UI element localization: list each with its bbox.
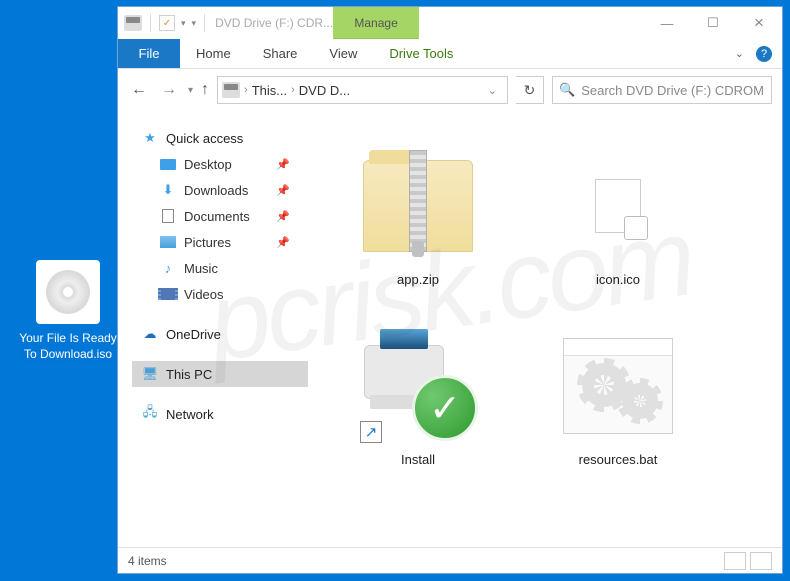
- sidebar-music[interactable]: ♪ Music: [132, 255, 308, 281]
- address-dropdown-icon[interactable]: ⌄: [482, 84, 503, 97]
- sidebar-item-label: Documents: [184, 209, 250, 224]
- sidebar-onedrive[interactable]: ☁ OneDrive: [132, 321, 308, 347]
- file-tab[interactable]: File: [118, 39, 180, 68]
- manage-context-tab[interactable]: Manage: [333, 7, 419, 39]
- pin-icon: 📌: [276, 158, 290, 171]
- file-label: icon.ico: [596, 272, 640, 287]
- ribbon-collapse-icon[interactable]: ⌄: [735, 47, 744, 60]
- search-box[interactable]: 🔍: [552, 76, 772, 104]
- tab-view[interactable]: View: [313, 39, 373, 68]
- drive-icon: [222, 82, 240, 98]
- sidebar-videos[interactable]: Videos: [132, 281, 308, 307]
- item-count: 4 items: [128, 554, 167, 568]
- explorer-window: ✓ ▾ ▾ DVD Drive (F:) CDR... Manage — ☐ ×…: [117, 6, 783, 574]
- history-dropdown[interactable]: ▾: [188, 85, 193, 96]
- file-app-zip[interactable]: app.zip: [318, 125, 518, 305]
- sidebar-desktop[interactable]: Desktop 📌: [132, 151, 308, 177]
- close-button[interactable]: ×: [736, 7, 782, 39]
- chevron-right-icon[interactable]: ›: [289, 84, 297, 96]
- file-label: Install: [401, 452, 435, 467]
- checkmark-icon: ✓: [412, 375, 478, 441]
- view-details-button[interactable]: [724, 552, 746, 570]
- desktop-icon-label: Your File Is Ready To Download.iso: [18, 328, 118, 364]
- cloud-icon: ☁: [142, 326, 158, 342]
- star-icon: ★: [142, 130, 158, 146]
- tab-share[interactable]: Share: [247, 39, 314, 68]
- search-icon: 🔍: [559, 82, 575, 98]
- pc-icon: 🖥: [142, 366, 158, 382]
- videos-icon: [161, 288, 175, 300]
- sidebar-documents[interactable]: Documents 📌: [132, 203, 308, 229]
- forward-button[interactable]: →: [158, 81, 180, 99]
- tab-home[interactable]: Home: [180, 39, 247, 68]
- sidebar-network[interactable]: 🖧 Network: [132, 401, 308, 427]
- sidebar-item-label: Downloads: [184, 183, 248, 198]
- file-install[interactable]: ✓ ↗ Install: [318, 305, 518, 485]
- sidebar-item-label: Videos: [184, 287, 224, 302]
- window-title: DVD Drive (F:) CDR...: [207, 7, 333, 39]
- sidebar-downloads[interactable]: ⬇ Downloads 📌: [132, 177, 308, 203]
- ico-file-icon: [595, 179, 641, 233]
- music-icon: ♪: [160, 260, 176, 276]
- ribbon: File Home Share View Drive Tools ⌄ ?: [118, 39, 782, 69]
- sidebar-item-label: This PC: [166, 367, 212, 382]
- sidebar-item-label: Quick access: [166, 131, 243, 146]
- sidebar-quick-access[interactable]: ★ Quick access: [132, 125, 308, 151]
- search-input[interactable]: [581, 83, 765, 98]
- qat-dropdown[interactable]: ▾: [181, 18, 186, 29]
- refresh-button[interactable]: ↻: [516, 76, 544, 104]
- network-icon: 🖧: [142, 406, 158, 422]
- iso-icon: [36, 260, 100, 324]
- sidebar-item-label: OneDrive: [166, 327, 221, 342]
- sidebar-item-label: Pictures: [184, 235, 231, 250]
- file-resources-bat[interactable]: resources.bat: [518, 305, 718, 485]
- status-bar: 4 items: [118, 547, 782, 573]
- pin-icon: 📌: [276, 210, 290, 223]
- pictures-icon: [160, 236, 176, 248]
- file-label: app.zip: [397, 272, 439, 287]
- pin-icon: 📌: [276, 184, 290, 197]
- maximize-button[interactable]: ☐: [690, 7, 736, 39]
- file-icon-ico[interactable]: icon.ico: [518, 125, 718, 305]
- desktop-iso-file[interactable]: Your File Is Ready To Download.iso: [18, 260, 118, 364]
- install-shortcut-icon: ✓ ↗: [358, 331, 478, 441]
- qat-checkbox[interactable]: ✓: [159, 15, 175, 31]
- navigation-bar: ← → ▾ ↑ › This... › DVD D... ⌄ ↻ 🔍: [118, 69, 782, 111]
- titlebar: ✓ ▾ ▾ DVD Drive (F:) CDR... Manage — ☐ ×: [118, 7, 782, 39]
- address-bar[interactable]: › This... › DVD D... ⌄: [217, 76, 508, 104]
- view-large-icons-button[interactable]: [750, 552, 772, 570]
- breadcrumb-seg-drive[interactable]: DVD D...: [299, 83, 350, 98]
- sidebar-item-label: Music: [184, 261, 218, 276]
- desktop-icon: [160, 159, 176, 170]
- downloads-icon: ⬇: [160, 182, 176, 198]
- breadcrumb-seg-thispc[interactable]: This...: [252, 83, 287, 98]
- help-icon[interactable]: ?: [756, 46, 772, 62]
- sidebar-this-pc[interactable]: 🖥 This PC: [132, 361, 308, 387]
- chevron-right-icon[interactable]: ›: [242, 84, 250, 96]
- file-view[interactable]: app.zip icon.ico ✓ ↗ Install resources.: [308, 111, 782, 547]
- sidebar-pictures[interactable]: Pictures 📌: [132, 229, 308, 255]
- navigation-pane: ★ Quick access Desktop 📌 ⬇ Downloads 📌 Docum…: [118, 111, 308, 547]
- pin-icon: 📌: [276, 236, 290, 249]
- documents-icon: [162, 209, 174, 223]
- tab-drive-tools[interactable]: Drive Tools: [373, 39, 469, 68]
- minimize-button[interactable]: —: [644, 7, 690, 39]
- file-label: resources.bat: [579, 452, 658, 467]
- qat-overflow[interactable]: ▾: [192, 18, 197, 29]
- sidebar-item-label: Network: [166, 407, 214, 422]
- drive-icon: [124, 15, 142, 31]
- shortcut-arrow-icon: ↗: [360, 421, 382, 443]
- bat-file-icon: [563, 338, 673, 434]
- zip-icon: [363, 160, 473, 252]
- sidebar-item-label: Desktop: [184, 157, 232, 172]
- up-button[interactable]: ↑: [201, 81, 209, 99]
- back-button[interactable]: ←: [128, 81, 150, 99]
